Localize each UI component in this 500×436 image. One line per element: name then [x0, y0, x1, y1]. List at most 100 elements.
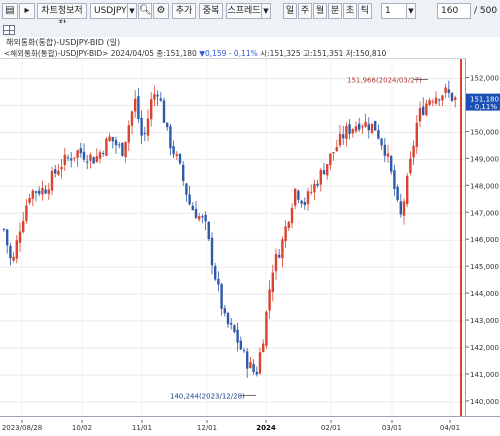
period-tick[interactable]: 틱 — [358, 3, 372, 19]
date-tick-label: 2023/08/28 — [2, 424, 42, 432]
candle-body — [319, 169, 322, 185]
count-input[interactable]: 160 — [437, 3, 471, 19]
grid-layout-icon[interactable] — [3, 25, 15, 35]
candle-body — [390, 156, 393, 172]
candlestick-svg: 151,966(2024/03/27) 140,244(2023/12/28) — [0, 59, 465, 417]
candle-body — [220, 284, 223, 309]
candle-body — [396, 186, 399, 201]
candle-body — [370, 123, 374, 133]
candle-body — [182, 164, 185, 181]
price-tick-label: 147,000 — [470, 209, 499, 217]
candle-body — [367, 124, 370, 131]
candle-body — [185, 183, 188, 195]
add-button[interactable]: 추가 — [172, 3, 196, 19]
candle-body — [105, 138, 108, 156]
candle-body — [175, 154, 178, 156]
symbol-select[interactable]: USDJPY — [90, 3, 128, 19]
period-second[interactable]: 초 — [343, 3, 357, 19]
candle-body — [66, 157, 70, 159]
toolbar: ▤ ▸ 차트정보저장 USDJPY ▼ 🔍︎ ⚙ 추가 중복 스프레드 ▼ 일 … — [0, 0, 500, 30]
candle-body — [89, 154, 92, 161]
candle-body — [130, 111, 134, 126]
expand-icon[interactable]: ▸ — [19, 3, 35, 19]
date-tick-label: 2024 — [256, 424, 276, 432]
candle-body — [300, 200, 303, 204]
candle-body — [306, 191, 310, 205]
period-week[interactable]: 주 — [298, 3, 312, 19]
candle-body — [444, 87, 447, 94]
candle-body — [172, 146, 175, 155]
candle-body — [354, 126, 358, 132]
candlestick-plot[interactable]: 151,966(2024/03/27) 140,244(2023/12/28) — [0, 58, 465, 417]
candle-body — [79, 148, 82, 154]
candle-body — [332, 152, 335, 154]
candle-body — [361, 126, 364, 128]
spread-button[interactable]: 스프레드 — [226, 3, 262, 19]
candle-body — [63, 154, 66, 166]
candle-body — [22, 221, 25, 232]
candle-body — [402, 201, 406, 216]
candle-body — [380, 138, 383, 146]
save-chart-info-button[interactable]: 차트정보저장 — [37, 3, 87, 30]
candle-body — [303, 201, 306, 205]
candle-body — [25, 205, 28, 221]
candle-body — [358, 123, 361, 130]
candle-body — [287, 221, 290, 228]
candle-body — [278, 254, 281, 258]
candle-body — [230, 322, 233, 325]
candle-body — [294, 188, 297, 206]
candle-body — [118, 144, 121, 146]
candle-body — [255, 371, 258, 375]
spread-dropdown-icon[interactable]: ▼ — [261, 3, 271, 19]
candle-body — [345, 125, 348, 139]
overlap-button[interactable]: 중복 — [199, 3, 223, 19]
candle-body — [290, 208, 294, 224]
candle-body — [454, 97, 457, 101]
candle-body — [422, 106, 425, 115]
period-day[interactable]: 일 — [283, 3, 297, 19]
candle-body — [450, 92, 454, 101]
interval-input[interactable]: 1 — [381, 3, 407, 19]
candle-body — [82, 151, 86, 160]
tool-icon[interactable]: ⚙ — [153, 3, 169, 19]
candle-body — [434, 97, 438, 104]
candle-body — [386, 153, 390, 157]
candle-body — [409, 158, 412, 174]
candle-body — [95, 156, 98, 162]
symbol-dropdown-icon[interactable]: ▼ — [127, 3, 137, 19]
candle-body — [351, 129, 354, 134]
search-icon[interactable]: 🔍︎ — [138, 3, 152, 19]
period-minute[interactable]: 분 — [328, 3, 342, 19]
candle-body — [159, 98, 162, 101]
candle-body — [121, 142, 124, 156]
candle-body — [210, 237, 214, 266]
price-tick-label: 149,000 — [470, 155, 499, 163]
candle-body — [28, 197, 31, 203]
candle-body — [399, 201, 402, 215]
candle-body — [447, 89, 450, 93]
candle-body — [102, 153, 105, 155]
price-tick-label: 152,000 — [470, 75, 499, 83]
price-tick-label: 150,000 — [470, 128, 499, 136]
candle-body — [76, 150, 79, 158]
candle-body — [150, 99, 153, 120]
candle-body — [338, 133, 342, 146]
date-tick-label: 11/01 — [132, 424, 152, 432]
candle-body — [313, 183, 316, 193]
interval-dropdown-icon[interactable]: ▼ — [406, 3, 416, 19]
candle-body — [217, 278, 220, 285]
candle-body — [57, 170, 60, 175]
candle-body — [265, 311, 268, 346]
candle-body — [2, 229, 6, 231]
info-change: ▼0,159 - 0,11% — [199, 49, 258, 58]
total-count-label: / 500 — [474, 6, 498, 16]
candle-body — [271, 272, 274, 293]
candle-body — [73, 157, 76, 159]
candle-body — [374, 120, 377, 131]
info-suffix: 시:151,325 고:151,351 저:150,810 — [257, 49, 387, 58]
candle-body — [284, 226, 287, 242]
candle-body — [146, 118, 150, 136]
layout-icon[interactable]: ▤ — [2, 3, 18, 19]
period-month[interactable]: 월 — [313, 3, 327, 19]
candle-body — [60, 166, 63, 170]
